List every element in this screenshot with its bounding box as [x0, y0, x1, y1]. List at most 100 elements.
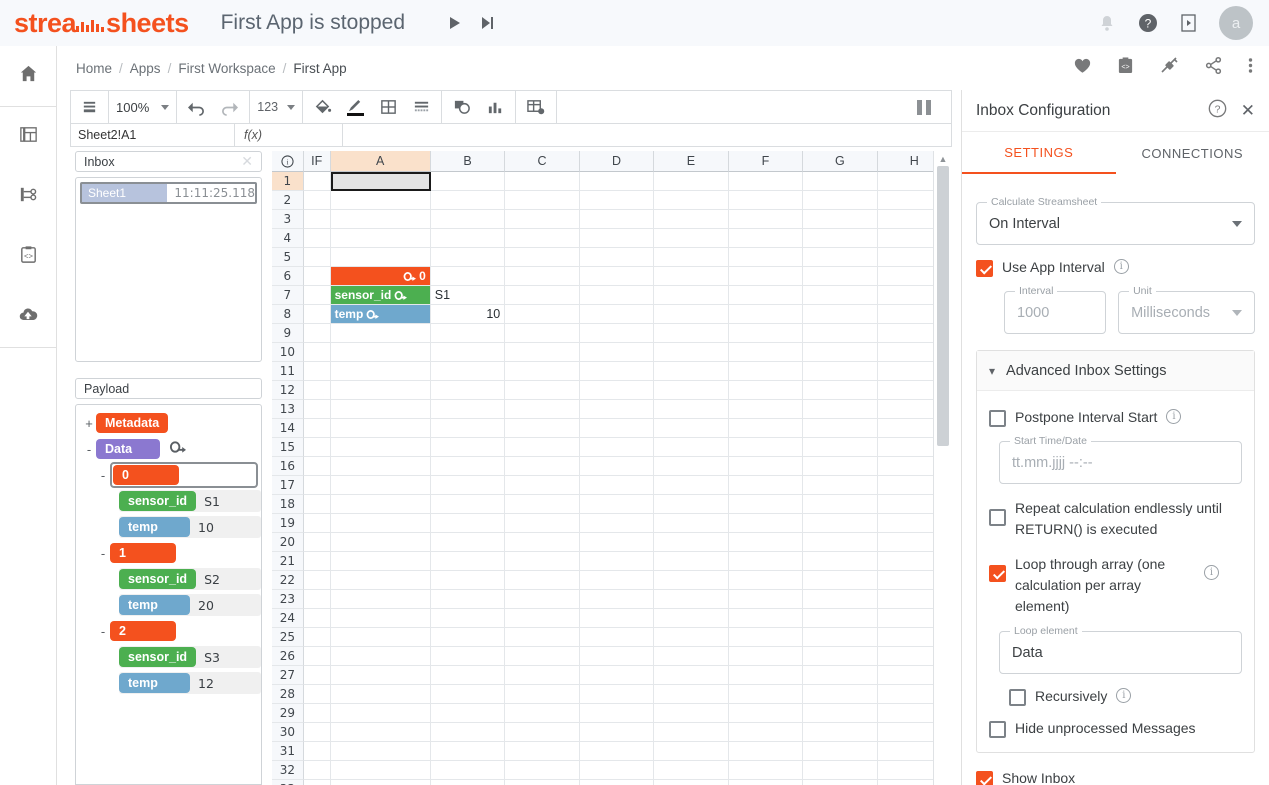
column-header-a[interactable]: A [330, 151, 431, 172]
tree-kv-row[interactable]: sensor_id S1 [119, 490, 261, 512]
cell-G18[interactable] [803, 495, 878, 514]
row-header-33[interactable]: 33 [272, 780, 304, 785]
cell-A21[interactable] [330, 552, 431, 571]
cell-F13[interactable] [728, 400, 804, 419]
cell-D12[interactable] [579, 381, 655, 400]
cell-IF16[interactable] [303, 457, 331, 476]
cell-A22[interactable] [330, 571, 431, 590]
cell-E32[interactable] [654, 761, 729, 780]
collapse-toggle-icon[interactable]: - [96, 468, 110, 483]
pause-icon[interactable] [897, 99, 951, 115]
cell-G4[interactable] [803, 229, 878, 248]
cell-B32[interactable] [430, 761, 506, 780]
formula-input[interactable] [343, 124, 951, 146]
cell-A26[interactable] [330, 647, 431, 666]
row-header-31[interactable]: 31 [272, 742, 304, 761]
cell-A16[interactable] [330, 457, 431, 476]
cell-E31[interactable] [654, 742, 729, 761]
cell-C7[interactable] [505, 286, 580, 305]
cell-C12[interactable] [505, 381, 580, 400]
cell-E12[interactable] [654, 381, 729, 400]
cell-B27[interactable] [430, 666, 506, 685]
cell-B8[interactable]: 10 [430, 305, 506, 324]
cell-G25[interactable] [803, 628, 878, 647]
cell-A10[interactable] [330, 343, 431, 362]
tree-node-index-0[interactable]: - 0 [96, 462, 261, 488]
cell-G27[interactable] [803, 666, 878, 685]
cell-C21[interactable] [505, 552, 580, 571]
row-header-20[interactable]: 20 [272, 533, 304, 552]
cell-F22[interactable] [728, 571, 804, 590]
cell-G31[interactable] [803, 742, 878, 761]
fill-bucket-icon[interactable] [310, 98, 335, 116]
cell-A12[interactable] [330, 381, 431, 400]
cell-E3[interactable] [654, 210, 729, 229]
fx-icon[interactable]: f(x) [235, 124, 343, 146]
row-header-16[interactable]: 16 [272, 457, 304, 476]
row-header-17[interactable]: 17 [272, 476, 304, 495]
cell-D7[interactable] [579, 286, 655, 305]
cell-C17[interactable] [505, 476, 580, 495]
cell-F25[interactable] [728, 628, 804, 647]
cell-B10[interactable] [430, 343, 506, 362]
cell-D6[interactable] [579, 267, 655, 286]
cell-G8[interactable] [803, 305, 878, 324]
cell-A24[interactable] [330, 609, 431, 628]
cell-E20[interactable] [654, 533, 729, 552]
cell-E29[interactable] [654, 704, 729, 723]
start-time-input[interactable]: Start Time/Date tt.mm.jjjj --:-- [999, 435, 1242, 484]
breadcrumb-item-home[interactable]: Home [76, 61, 112, 76]
cell-IF13[interactable] [303, 400, 331, 419]
cell-D9[interactable] [579, 324, 655, 343]
cell-G11[interactable] [803, 362, 878, 381]
undo-icon[interactable] [184, 99, 209, 116]
cell-B17[interactable] [430, 476, 506, 495]
cell-C31[interactable] [505, 742, 580, 761]
advanced-settings-toggle[interactable]: ▾ Advanced Inbox Settings [977, 351, 1254, 391]
cell-B2[interactable] [430, 191, 506, 210]
cell-IF23[interactable] [303, 590, 331, 609]
cell-E27[interactable] [654, 666, 729, 685]
cell-A5[interactable] [330, 248, 431, 267]
cell-G30[interactable] [803, 723, 878, 742]
cell-B3[interactable] [430, 210, 506, 229]
cell-D23[interactable] [579, 590, 655, 609]
row-header-30[interactable]: 30 [272, 723, 304, 742]
cell-E22[interactable] [654, 571, 729, 590]
row-header-8[interactable]: 8 [272, 305, 304, 324]
cell-B33[interactable] [431, 780, 506, 785]
play-icon[interactable] [447, 15, 462, 31]
help-circle-icon[interactable]: ? [1138, 13, 1158, 33]
cell-E30[interactable] [654, 723, 729, 742]
tree-kv-row[interactable]: sensor_id S3 [119, 646, 261, 668]
cell-E7[interactable] [654, 286, 729, 305]
plug-icon[interactable] [1159, 56, 1179, 80]
row-header-32[interactable]: 32 [272, 761, 304, 780]
cell-A9[interactable] [330, 324, 431, 343]
avatar[interactable]: a [1219, 6, 1253, 40]
cell-A25[interactable] [330, 628, 431, 647]
cell-B18[interactable] [430, 495, 506, 514]
cell-IF12[interactable] [303, 381, 331, 400]
cell-A4[interactable] [330, 229, 431, 248]
cell-B21[interactable] [430, 552, 506, 571]
cell-C26[interactable] [505, 647, 580, 666]
cell-G10[interactable] [803, 343, 878, 362]
cell-E1[interactable] [654, 172, 729, 191]
column-header-if[interactable]: IF [303, 151, 331, 172]
row-header-6[interactable]: 6 [272, 267, 304, 286]
cell-F16[interactable] [728, 457, 804, 476]
cell-IF1[interactable] [303, 172, 331, 191]
cell-G22[interactable] [803, 571, 878, 590]
row-header-19[interactable]: 19 [272, 514, 304, 533]
list-item[interactable]: Sheet1 11:11:25.118 [80, 182, 257, 204]
cell-G6[interactable] [803, 267, 878, 286]
cell-F7[interactable] [728, 286, 804, 305]
cell-B1[interactable] [430, 172, 506, 191]
cell-F21[interactable] [728, 552, 804, 571]
row-header-14[interactable]: 14 [272, 419, 304, 438]
cell-E17[interactable] [654, 476, 729, 495]
cell-E10[interactable] [654, 343, 729, 362]
cell-C6[interactable] [505, 267, 580, 286]
recursively-checkbox[interactable] [1009, 689, 1026, 706]
